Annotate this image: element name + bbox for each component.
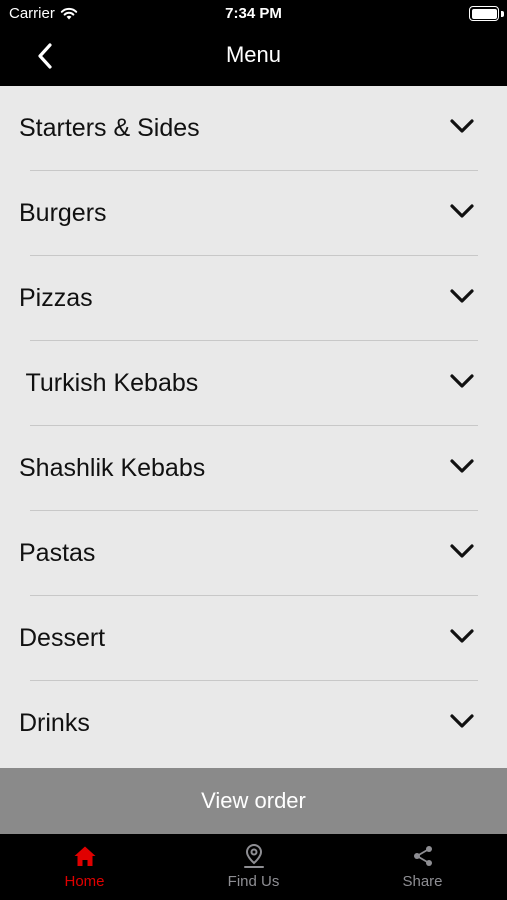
chevron-left-icon [38, 43, 52, 69]
menu-category-starters-sides[interactable]: Starters & Sides [0, 86, 507, 171]
menu-category-label: Pizzas [19, 284, 93, 312]
tab-share[interactable]: Share [338, 834, 507, 900]
menu-category-label: Pastas [19, 539, 96, 567]
view-order-button[interactable]: View order [0, 768, 507, 834]
chevron-down-icon [450, 459, 474, 473]
menu-category-list: Starters & Sides Burgers Pizzas Turkish … [0, 86, 507, 768]
tab-find-us[interactable]: Find Us [169, 834, 338, 900]
tab-bar: Home Find Us Share [0, 834, 507, 900]
chevron-down-icon [450, 289, 474, 303]
tab-label: Share [402, 873, 443, 890]
home-icon [72, 843, 98, 869]
chevron-down-icon [450, 204, 474, 218]
share-icon [410, 843, 436, 869]
chevron-down-icon [450, 714, 474, 728]
menu-category-pizzas[interactable]: Pizzas [0, 256, 507, 341]
menu-category-label: Dessert [19, 624, 106, 652]
tab-home[interactable]: Home [0, 834, 169, 900]
status-bar: Carrier 7:34 PM [0, 0, 507, 28]
chevron-down-icon [450, 544, 474, 558]
page-title: Menu [225, 42, 282, 67]
menu-category-label: Starters & Sides [19, 114, 200, 142]
menu-category-label: Turkish Kebabs [19, 369, 199, 397]
status-time: 7:34 PM [225, 5, 282, 22]
tab-label: Find Us [227, 873, 280, 890]
menu-category-pastas[interactable]: Pastas [0, 511, 507, 596]
menu-category-turkish-kebabs[interactable]: Turkish Kebabs [0, 341, 507, 426]
menu-category-shashlik-kebabs[interactable]: Shashlik Kebabs [0, 426, 507, 511]
menu-category-drinks[interactable]: Drinks [0, 681, 507, 766]
menu-category-dessert[interactable]: Dessert [0, 596, 507, 681]
chevron-down-icon [450, 374, 474, 388]
menu-category-label: Shashlik Kebabs [19, 454, 206, 482]
location-pin-icon [241, 843, 267, 869]
battery-icon [469, 6, 499, 21]
menu-category-label: Drinks [19, 709, 90, 737]
battery-cap [501, 11, 504, 17]
tab-label: Home [64, 873, 105, 890]
chevron-down-icon [450, 119, 474, 133]
back-button[interactable] [30, 38, 60, 74]
navigation-bar: Menu [0, 28, 507, 86]
menu-category-label: Burgers [19, 199, 107, 227]
chevron-down-icon [450, 629, 474, 643]
menu-category-burgers[interactable]: Burgers [0, 171, 507, 256]
